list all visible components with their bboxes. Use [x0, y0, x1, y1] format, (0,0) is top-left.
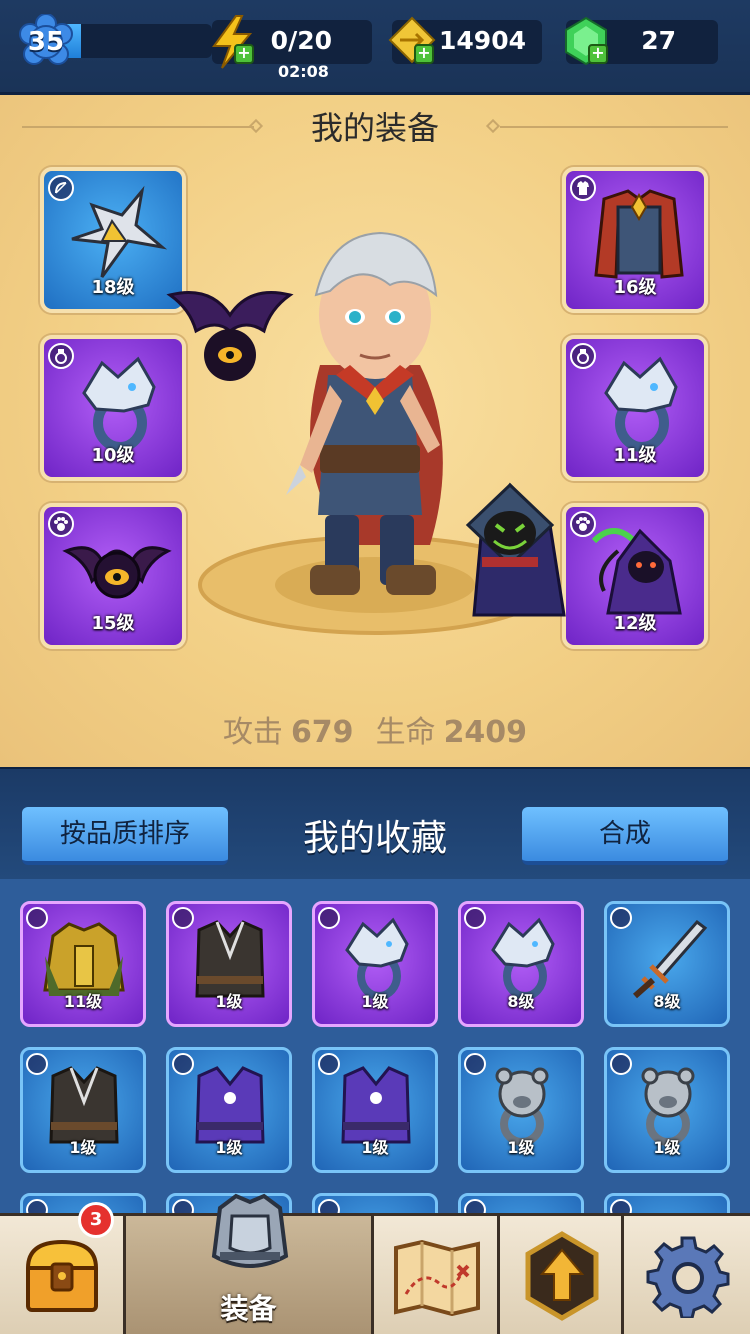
- collection-item[interactable]: 1级: [166, 1047, 292, 1173]
- map-icon: [394, 1239, 480, 1316]
- attack-label: 攻击: [222, 715, 283, 750]
- collection-item[interactable]: 1级: [312, 1047, 438, 1173]
- collection-item[interactable]: 8级: [458, 901, 584, 1027]
- collection-item[interactable]: 8级: [604, 901, 730, 1027]
- collection-item[interactable]: 1级: [458, 1047, 584, 1173]
- red-robe-icon: [594, 189, 684, 279]
- bat-pet-icon: [62, 546, 172, 599]
- collection-grid: 11级 1级 1级 8级 8级 1级 1级 1级 1级 1级: [0, 879, 750, 1215]
- nav-map[interactable]: [374, 1216, 500, 1334]
- bottom-nav: 3 装备: [0, 1193, 750, 1334]
- add-gold-icon[interactable]: +: [414, 44, 434, 64]
- collection-item[interactable]: 1级: [166, 901, 292, 1027]
- item-level: 1级: [653, 1138, 681, 1157]
- nav-settings[interactable]: [624, 1216, 750, 1334]
- gem-counter[interactable]: + 27: [565, 16, 718, 66]
- item-level: 1级: [507, 1138, 535, 1157]
- armor-icon: [211, 1193, 289, 1268]
- gold-value: 14904: [439, 26, 526, 55]
- upgrade-arrow-icon: [525, 1231, 599, 1321]
- energy-value: 0/20: [270, 26, 332, 55]
- wolf-ring-icon: [82, 356, 156, 452]
- gold-counter[interactable]: + 14904: [388, 16, 542, 64]
- top-bar: 35 + 0/20 02:08 + 14904 + 27: [0, 0, 750, 95]
- item-level: 1级: [361, 1138, 389, 1157]
- hp-label: 生命: [375, 715, 436, 750]
- player-level[interactable]: 35: [18, 14, 212, 66]
- energy-timer: 02:08: [278, 62, 329, 81]
- item-level: 8级: [507, 992, 535, 1011]
- level-progress-bar: [58, 24, 212, 58]
- item-level: 1级: [215, 1138, 243, 1157]
- collection-item[interactable]: 11级: [20, 901, 146, 1027]
- equipment-title: 我的装备: [310, 109, 439, 147]
- add-energy-icon[interactable]: +: [234, 44, 254, 64]
- attack-value: 679: [290, 715, 354, 750]
- chest-badge: 3: [78, 1202, 114, 1238]
- collection-header: 按品质排序 我的收藏 合成: [0, 767, 750, 879]
- nav-upgrade[interactable]: [500, 1216, 624, 1334]
- item-level: 8级: [653, 992, 681, 1011]
- collection-item[interactable]: [458, 1193, 584, 1215]
- item-level: 1级: [361, 992, 389, 1011]
- collection-item[interactable]: 1级: [20, 1047, 146, 1173]
- gem-value: 27: [641, 26, 676, 55]
- energy-counter[interactable]: + 0/20: [212, 15, 372, 69]
- collection-item[interactable]: 1级: [604, 1047, 730, 1173]
- hero-character[interactable]: [160, 215, 590, 675]
- nav-equipment[interactable]: 装备: [126, 1193, 374, 1334]
- item-level: 11级: [63, 992, 103, 1011]
- level-badge: 35: [18, 14, 74, 70]
- nav-equipment-label: 装备: [220, 1292, 277, 1325]
- nav-chest[interactable]: 3: [0, 1202, 126, 1334]
- throwing-star-icon: [71, 185, 168, 278]
- hero-stats: 攻击 679 生命 2409: [0, 707, 750, 751]
- collection-item[interactable]: [312, 1193, 438, 1215]
- reaper-pet-icon: [591, 528, 682, 615]
- wolf-ring-icon: [604, 356, 678, 452]
- item-level: 1级: [69, 1138, 97, 1157]
- item-level: 1级: [215, 992, 243, 1011]
- collection-item[interactable]: 1级: [312, 901, 438, 1027]
- collection-item[interactable]: [604, 1193, 730, 1215]
- equipment-panel: 我的装备 18级 10级 15级 16级 11级 12级 攻击 679 生命 2…: [0, 95, 750, 767]
- hp-value: 2409: [443, 715, 528, 750]
- add-gems-icon[interactable]: +: [588, 44, 608, 64]
- gear-icon: [646, 1236, 730, 1318]
- merge-button[interactable]: 合成: [522, 807, 728, 865]
- treasure-chest-icon: [25, 1239, 99, 1312]
- level-number: 35: [27, 27, 65, 57]
